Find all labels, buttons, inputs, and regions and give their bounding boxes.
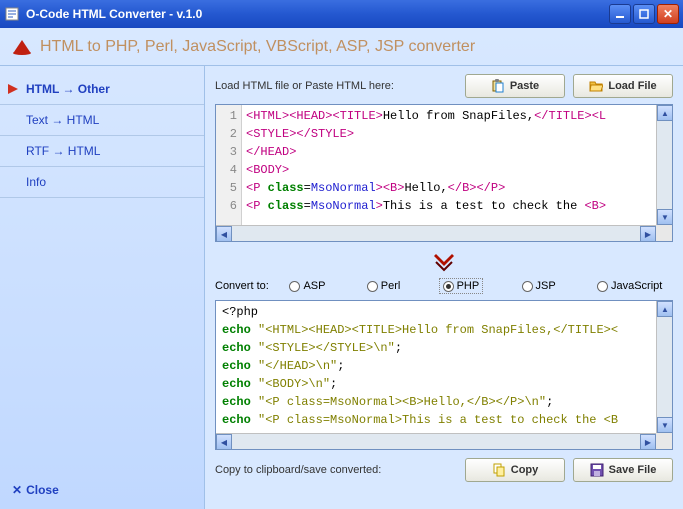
sidebar: HTML → Other Text → HTML RTF → HTML Info… [0,66,205,509]
header-subtitle: HTML to PHP, Perl, JavaScript, VBScript,… [40,38,475,56]
source-code-content[interactable]: <HTML><HEAD><TITLE>Hello from SnapFiles,… [242,105,656,225]
load-label: Load HTML file or Paste HTML here: [215,80,457,92]
source-editor[interactable]: 123456 <HTML><HEAD><TITLE>Hello from Sna… [215,104,673,242]
folder-open-icon [589,79,603,93]
arrow-down-icon [432,252,456,272]
app-icon [4,6,20,22]
main-panel: Load HTML file or Paste HTML here: Paste… [205,66,683,509]
radio-javascript[interactable]: JavaScript [594,278,665,294]
copy-label: Copy to clipboard/save converted: [215,464,457,476]
copy-icon [492,463,506,477]
minimize-button[interactable] [609,4,631,24]
app-header: HTML to PHP, Perl, JavaScript, VBScript,… [0,28,683,66]
vertical-scrollbar[interactable]: ▲▼ [656,105,672,225]
output-code-content[interactable]: <?phpecho "<HTML><HEAD><TITLE>Hello from… [218,301,656,433]
convert-arrow [215,252,673,272]
close-window-button[interactable]: ✕ [657,4,679,24]
paste-icon [491,79,505,93]
radio-php[interactable]: PHP [439,278,484,294]
nav-text-html[interactable]: Text → HTML [0,105,204,136]
close-link[interactable]: Close [12,483,59,497]
paste-button[interactable]: Paste [465,74,565,98]
convert-label: Convert to: [215,280,269,292]
nav-rtf-html[interactable]: RTF → HTML [0,136,204,167]
vertical-scrollbar[interactable]: ▲▼ [656,301,672,433]
copy-button[interactable]: Copy [465,458,565,482]
output-editor[interactable]: <?phpecho "<HTML><HEAD><TITLE>Hello from… [215,300,673,450]
load-file-button[interactable]: Load File [573,74,673,98]
radio-asp[interactable]: ASP [286,278,328,294]
logo-icon [12,38,32,56]
nav-html-other[interactable]: HTML → Other [0,74,204,105]
save-icon [590,463,604,477]
save-file-button[interactable]: Save File [573,458,673,482]
horizontal-scrollbar[interactable]: ◀▶ [216,225,656,241]
nav-info[interactable]: Info [0,167,204,198]
maximize-button[interactable] [633,4,655,24]
radio-perl[interactable]: Perl [364,278,404,294]
convert-radio-group: Convert to: ASP Perl PHP JSP JavaScript [215,278,673,294]
line-gutter: 123456 [216,105,242,225]
horizontal-scrollbar[interactable]: ◀▶ [216,433,656,449]
window-title: O-Code HTML Converter - v.1.0 [26,7,609,21]
radio-jsp[interactable]: JSP [519,278,559,294]
titlebar: O-Code HTML Converter - v.1.0 ✕ [0,0,683,28]
